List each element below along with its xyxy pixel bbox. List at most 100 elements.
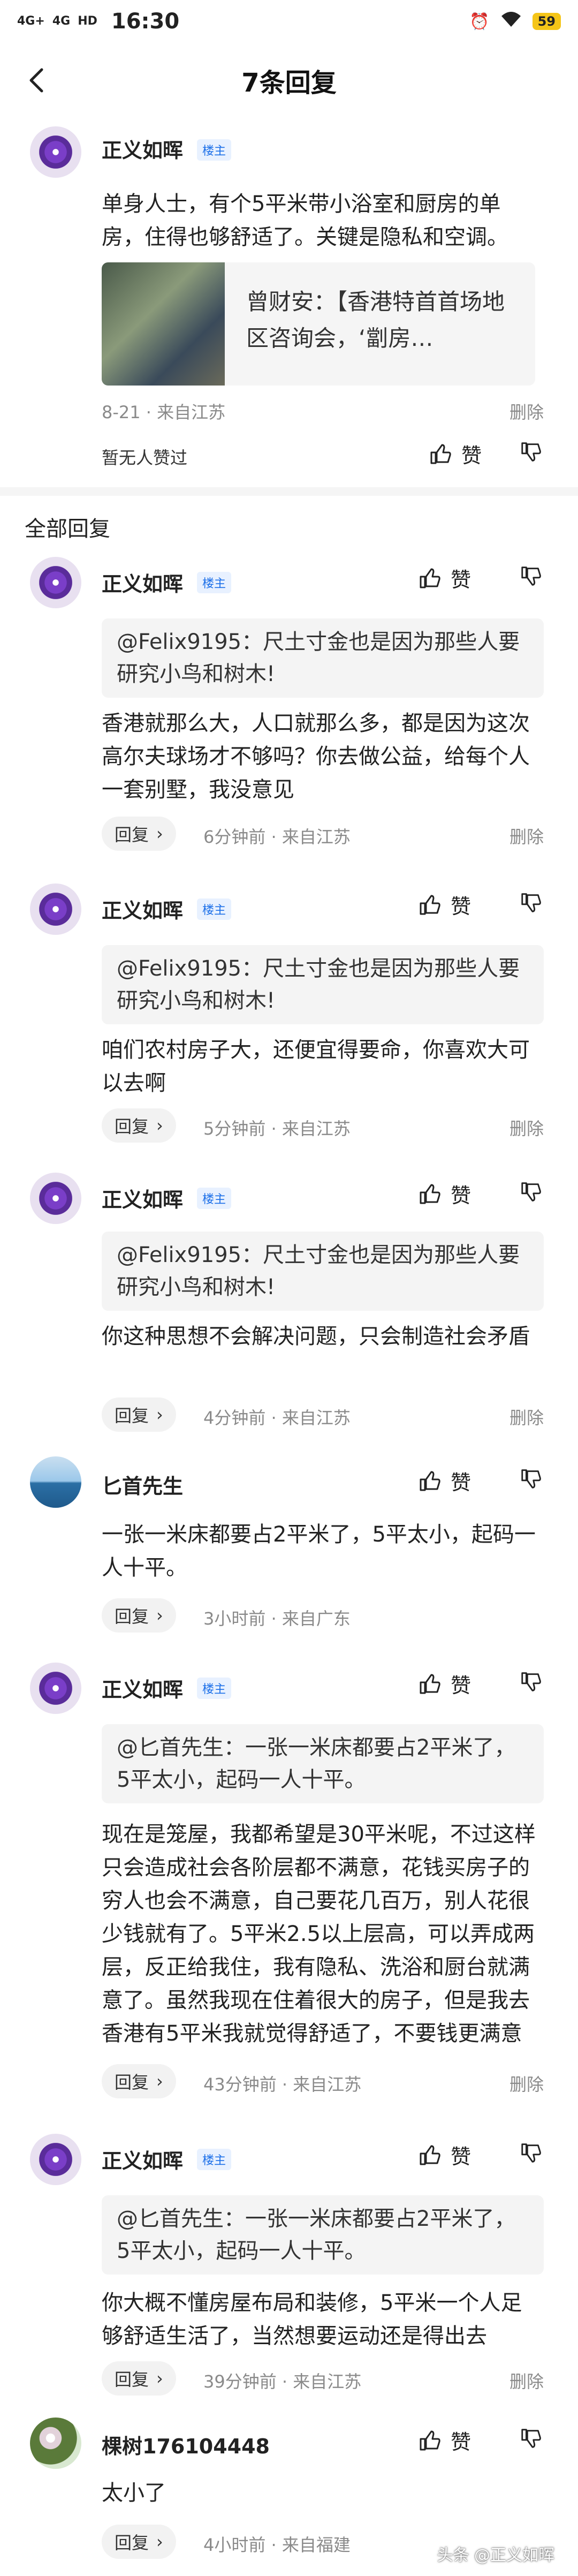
reply-button-label: 回复 <box>115 2533 149 2553</box>
thumbs-down-icon[interactable] <box>519 2427 543 2450</box>
reply-button-label: 回复 <box>115 1606 149 1627</box>
delete-button[interactable]: 删除 <box>509 1404 544 1429</box>
reply-button[interactable]: 回复 › <box>102 2361 176 2396</box>
reply-button[interactable]: 回复 › <box>102 2064 176 2098</box>
author-badge: 楼主 <box>197 139 232 161</box>
author-name[interactable]: 正义如晖 <box>102 1183 183 1213</box>
reply-button-label: 回复 <box>115 1116 149 1137</box>
reply-meta: 4小时前 · 来自福建 <box>203 2535 351 2555</box>
like-label: 赞 <box>451 2145 471 2169</box>
like-label: 赞 <box>451 1184 471 1207</box>
thumbs-up-icon <box>420 895 440 915</box>
like-button[interactable]: 赞 <box>417 2426 471 2455</box>
author-name[interactable]: 正义如晖 <box>102 134 183 163</box>
author-name[interactable]: 棵树176104448 <box>102 2430 270 2459</box>
reply-button[interactable]: 回复 › <box>102 1397 176 1432</box>
post-text: 单身人士，有个5平米带小浴室和厨房的单房，住得也够舒适了。关键是隐私和空调。 <box>102 192 508 250</box>
link-card[interactable]: 曾财安：【香港特首首场地区咨询会，‘劏房… <box>102 262 535 386</box>
thumbs-up-icon <box>420 2430 440 2450</box>
avatar[interactable] <box>30 2418 81 2469</box>
avatar[interactable] <box>30 557 81 608</box>
like-label: 赞 <box>451 1674 471 1697</box>
reply-button-label: 回复 <box>115 2072 149 2092</box>
quoted-comment: @匕首先生：一张一米床都要占2平米了，5平太小，起码一人十平。 <box>102 1724 544 1803</box>
reply-text: 太小了 <box>102 2481 166 2505</box>
like-button[interactable]: 赞 <box>417 890 471 919</box>
like-label: 赞 <box>451 2430 471 2454</box>
signal-indicator-1: 4G+ <box>17 14 45 28</box>
avatar[interactable] <box>30 883 81 935</box>
like-button[interactable]: 赞 <box>417 1466 471 1495</box>
author-badge: 楼主 <box>197 898 232 920</box>
chevron-right-icon: › <box>156 1115 163 1136</box>
author-name[interactable]: 正义如晖 <box>102 568 183 597</box>
thumbs-down-icon[interactable] <box>519 440 543 464</box>
avatar[interactable] <box>30 2134 81 2185</box>
thumbs-down-icon[interactable] <box>519 2141 543 2165</box>
link-thumbnail <box>102 262 225 386</box>
thumbs-down-icon[interactable] <box>519 1467 543 1491</box>
reply-text: 你这种思想不会解决问题，只会制造社会矛盾 <box>102 1324 530 1349</box>
reply-button-label: 回复 <box>115 2369 149 2390</box>
author-name[interactable]: 正义如晖 <box>102 1673 183 1703</box>
avatar[interactable] <box>30 126 81 178</box>
watermark: 头条 @正义如晖 <box>437 2546 554 2565</box>
reply-button[interactable]: 回复 › <box>102 1598 176 1633</box>
thumbs-down-icon[interactable] <box>519 1670 543 1694</box>
avatar[interactable] <box>30 1456 81 1508</box>
author-name[interactable]: 匕首先生 <box>102 1470 183 1499</box>
thumbs-down-icon[interactable] <box>519 564 543 588</box>
delete-button[interactable]: 删除 <box>509 399 544 424</box>
reply-text: 一张一米床都要占2平米了，5平太小，起码一人十平。 <box>102 1522 536 1580</box>
battery-indicator: 59 <box>532 13 561 30</box>
like-label: 赞 <box>451 568 471 592</box>
chevron-right-icon: › <box>156 1605 163 1626</box>
link-title: 曾财安：【香港特首首场地区咨询会，‘劏房… <box>246 289 505 351</box>
wifi-icon <box>500 11 522 32</box>
reply-meta: 39分钟前 · 来自江苏 <box>203 2371 362 2392</box>
post-meta: 8-21 · 来自江苏 <box>102 402 226 422</box>
reply-button[interactable]: 回复 › <box>102 1108 176 1143</box>
reply-button[interactable]: 回复 › <box>102 2525 176 2559</box>
quoted-comment: @Felix9195：尺土寸金也是因为那些人要研究小鸟和树木! <box>102 1232 544 1311</box>
reply-meta: 5分钟前 · 来自江苏 <box>203 1119 351 1139</box>
thumbs-up-icon <box>420 1674 440 1694</box>
author-name[interactable]: 正义如晖 <box>102 894 183 924</box>
chevron-left-icon <box>29 68 43 93</box>
thumbs-down-icon[interactable] <box>519 891 543 915</box>
reply-button-label: 回复 <box>115 1406 149 1426</box>
chevron-right-icon: › <box>156 2368 163 2389</box>
thumbs-up-icon <box>420 1184 440 1204</box>
like-button[interactable]: 赞 <box>417 1179 471 1208</box>
reply-text: 香港就那么大，人口就那么多，都是因为这次高尔夫球场才不够吗？你去做公益，给每个人… <box>102 711 530 802</box>
back-button[interactable] <box>21 64 54 96</box>
nav-bar: 7条回复 <box>0 43 578 118</box>
like-button[interactable]: 赞 <box>417 2140 471 2170</box>
like-button[interactable]: 赞 <box>417 563 471 593</box>
thumbs-up-icon <box>420 568 440 588</box>
thumbs-up-icon <box>420 2145 440 2165</box>
author-badge: 楼主 <box>197 572 232 593</box>
clock: 16:30 <box>111 9 180 34</box>
delete-button[interactable]: 删除 <box>509 2071 544 2096</box>
avatar[interactable] <box>30 1173 81 1224</box>
delete-button[interactable]: 删除 <box>509 1115 544 1140</box>
delete-button[interactable]: 删除 <box>509 2368 544 2393</box>
reply-meta: 4分钟前 · 来自江苏 <box>203 1408 351 1428</box>
page-title: 7条回复 <box>241 68 337 98</box>
like-button[interactable]: 赞 <box>428 439 482 469</box>
reply-button[interactable]: 回复 › <box>102 817 176 851</box>
thumbs-down-icon[interactable] <box>519 1180 543 1204</box>
section-title: 全部回复 <box>25 517 110 541</box>
avatar[interactable] <box>30 1663 81 1714</box>
quoted-comment: @Felix9195：尺土寸金也是因为那些人要研究小鸟和树木! <box>102 945 544 1024</box>
signal-indicator-2: 4G <box>52 14 71 28</box>
author-name[interactable]: 正义如晖 <box>102 2144 183 2174</box>
status-bar: 4G+ 4G HD 16:30 ⏰ 59 <box>0 0 578 43</box>
like-button[interactable]: 赞 <box>417 1669 471 1698</box>
delete-button[interactable]: 删除 <box>509 824 544 848</box>
like-label: 赞 <box>451 895 471 918</box>
author-badge: 楼主 <box>197 2149 232 2170</box>
no-likes-text: 暂无人赞过 <box>102 448 188 468</box>
reply-meta: 6分钟前 · 来自江苏 <box>203 827 351 847</box>
